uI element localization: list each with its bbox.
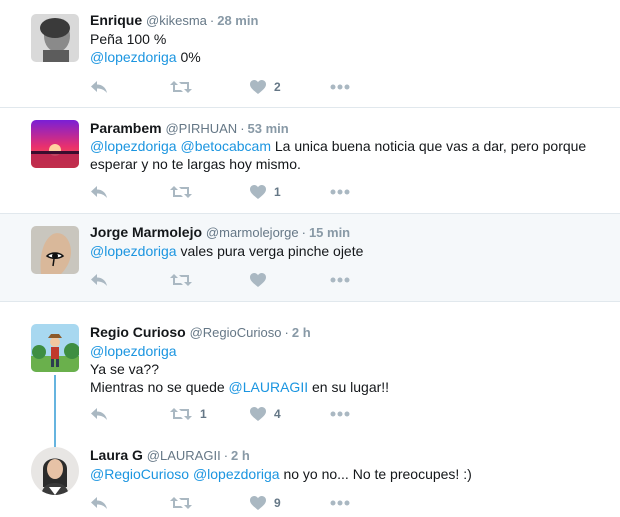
more-icon xyxy=(330,189,350,195)
mention-link[interactable]: @RegioCurioso xyxy=(90,466,189,482)
tweet-laura-g[interactable]: Laura G @LAURAGII · 2 h @RegioCurioso @lop… xyxy=(0,437,620,517)
mention-link[interactable]: @betocabcam xyxy=(181,138,271,154)
tweet-actions: 2 xyxy=(90,77,390,97)
avatar[interactable] xyxy=(31,226,79,274)
more-icon xyxy=(330,277,350,283)
reply-icon xyxy=(90,80,108,94)
reply-icon xyxy=(90,185,108,199)
like-button[interactable]: 4 xyxy=(250,404,281,424)
tweet-timestamp[interactable]: 2 h xyxy=(231,448,250,463)
tweet-parambem[interactable]: Parambem @PIRHUAN · 53 min @lopezdoriga @b… xyxy=(0,108,620,213)
tweet-jorge-marmolejo[interactable]: Jorge Marmolejo @marmolejorge · 15 min @lo… xyxy=(0,214,620,301)
retweet-icon xyxy=(170,496,192,510)
more-button[interactable] xyxy=(330,270,350,290)
more-icon xyxy=(330,500,350,506)
like-icon xyxy=(250,80,266,94)
tweet-actions: 1 xyxy=(90,182,390,202)
retweet-count: 1 xyxy=(200,407,207,421)
reply-button[interactable] xyxy=(90,77,108,97)
reply-button[interactable] xyxy=(90,270,108,290)
tweet-line-text: Mientras no se quede xyxy=(90,379,225,395)
reply-icon xyxy=(90,273,108,287)
tweet-actions: 9 xyxy=(90,493,390,513)
tweet-actions: 1 4 xyxy=(90,404,390,424)
like-icon xyxy=(250,496,266,510)
tweet-timestamp[interactable]: 28 min xyxy=(217,13,258,28)
tweet-timestamp[interactable]: 2 h xyxy=(292,325,311,340)
like-count: 9 xyxy=(274,496,281,510)
user-handle[interactable]: @kikesma xyxy=(146,13,207,28)
retweet-button[interactable]: 1 xyxy=(170,404,207,424)
mention-link[interactable]: @LAURAGII xyxy=(229,379,309,395)
avatar[interactable] xyxy=(31,14,79,62)
tweet-text: Peña 100 % @lopezdoriga 0% xyxy=(90,30,605,66)
like-count: 2 xyxy=(274,80,281,94)
user-handle[interactable]: @PIRHUAN xyxy=(165,121,237,136)
reply-icon xyxy=(90,407,108,421)
retweet-icon xyxy=(170,407,192,421)
like-button[interactable] xyxy=(250,270,274,290)
reply-button[interactable] xyxy=(90,182,108,202)
tweet-text: @lopezdoriga vales pura verga pinche oje… xyxy=(90,242,605,260)
like-count: 4 xyxy=(274,407,281,421)
tweet-line: Peña 100 % xyxy=(90,31,167,47)
tweet-timestamp[interactable]: 15 min xyxy=(309,225,350,240)
user-handle[interactable]: @LAURAGII xyxy=(147,448,221,463)
display-name[interactable]: Jorge Marmolejo xyxy=(90,224,202,240)
more-icon xyxy=(330,411,350,417)
retweet-button[interactable] xyxy=(170,182,200,202)
reply-button[interactable] xyxy=(90,404,108,424)
tweet-enrique[interactable]: Enrique @kikesma · 28 min Peña 100 % @lope… xyxy=(0,0,620,107)
mention-link[interactable]: @lopezdoriga xyxy=(90,138,177,154)
tweet-line-text: vales pura verga pinche ojete xyxy=(180,243,364,259)
mention-link[interactable]: @lopezdoriga xyxy=(90,49,177,65)
retweet-button[interactable] xyxy=(170,493,200,513)
retweet-icon xyxy=(170,185,192,199)
user-handle[interactable]: @marmolejorge xyxy=(206,225,299,240)
more-icon xyxy=(330,84,350,90)
tweet-actions xyxy=(90,270,390,290)
more-button[interactable] xyxy=(330,493,350,513)
like-button[interactable]: 2 xyxy=(250,77,281,97)
tweet-line-text: 0% xyxy=(180,49,201,65)
tweet-timestamp[interactable]: 53 min xyxy=(248,121,289,136)
retweet-button[interactable] xyxy=(170,77,200,97)
mention-link[interactable]: @lopezdoriga xyxy=(193,466,280,482)
mention-link[interactable]: @lopezdoriga xyxy=(90,243,177,259)
avatar[interactable] xyxy=(31,447,79,495)
reply-icon xyxy=(90,496,108,510)
tweet-regio-curioso[interactable]: Regio Curioso @RegioCurioso · 2 h @lopezdo… xyxy=(0,312,620,434)
display-name[interactable]: Laura G xyxy=(90,447,143,463)
retweet-icon xyxy=(170,80,192,94)
avatar[interactable] xyxy=(31,120,79,168)
display-name[interactable]: Enrique xyxy=(90,12,142,28)
more-button[interactable] xyxy=(330,404,350,424)
tweet-line-text: en su lugar!! xyxy=(312,379,390,395)
like-icon xyxy=(250,273,266,287)
tweet-text: @RegioCurioso @lopezdoriga no yo no... N… xyxy=(90,465,605,483)
retweet-button[interactable] xyxy=(170,270,200,290)
tweet-line: Ya se va?? xyxy=(90,361,160,377)
avatar[interactable] xyxy=(31,324,79,372)
like-icon xyxy=(250,407,266,421)
display-name[interactable]: Parambem xyxy=(90,120,162,136)
divider xyxy=(0,301,620,302)
tweet-text: @lopezdoriga @betocabcam La unica buena … xyxy=(90,137,605,173)
like-button[interactable]: 1 xyxy=(250,182,281,202)
like-icon xyxy=(250,185,266,199)
like-count: 1 xyxy=(274,185,281,199)
mention-link[interactable]: @lopezdoriga xyxy=(90,343,177,359)
user-handle[interactable]: @RegioCurioso xyxy=(190,325,282,340)
tweet-line-text: no yo no... No te preocupes! :) xyxy=(283,466,472,482)
display-name[interactable]: Regio Curioso xyxy=(90,324,186,340)
more-button[interactable] xyxy=(330,77,350,97)
like-button[interactable]: 9 xyxy=(250,493,281,513)
retweet-icon xyxy=(170,273,192,287)
tweet-text: @lopezdoriga Ya se va?? Mientras no se q… xyxy=(90,342,605,396)
reply-button[interactable] xyxy=(90,493,108,513)
more-button[interactable] xyxy=(330,182,350,202)
